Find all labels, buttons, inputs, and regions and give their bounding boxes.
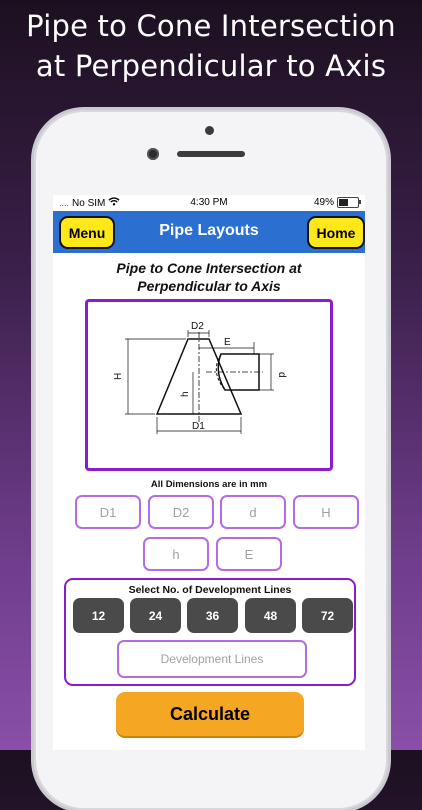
nav-bar: Menu Pipe Layouts Home xyxy=(53,211,365,253)
status-right: 49% xyxy=(313,197,361,208)
battery-icon xyxy=(337,197,361,208)
diagram-label-D2: D2 xyxy=(191,321,204,332)
promo-headline-line1: Pipe to Cone Intersection xyxy=(26,9,396,43)
battery-fill xyxy=(339,199,348,206)
input-D2[interactable] xyxy=(148,495,214,529)
promo-headline: Pipe to Cone Intersection at Perpendicul… xyxy=(0,6,422,86)
diagram-label-H: H xyxy=(113,373,124,380)
diagram-frame: D2 E H d h D1 xyxy=(85,299,333,471)
input-d[interactable] xyxy=(220,495,286,529)
input-E[interactable] xyxy=(216,537,282,571)
calculator-title: Pipe to Cone Intersection at Perpendicul… xyxy=(116,260,302,294)
battery-percent: 49% xyxy=(313,197,334,208)
home-button[interactable]: Home xyxy=(307,216,365,249)
lines-option-12[interactable]: 12 xyxy=(73,598,124,633)
pipe-cone-diagram: D2 E H d h D1 xyxy=(113,321,287,434)
diagram-label-d: d xyxy=(276,372,287,378)
development-lines-input[interactable] xyxy=(117,640,307,678)
sensor-dot xyxy=(205,126,214,135)
diagram-label-D1: D1 xyxy=(192,421,205,432)
app-screen: .... No SIM 4:30 PM 49% Menu Pipe Layout… xyxy=(53,195,365,750)
earpiece-speaker xyxy=(177,151,245,157)
front-camera xyxy=(147,148,159,160)
lines-option-48[interactable]: 48 xyxy=(245,598,296,633)
diagram-label-h: h xyxy=(180,391,191,397)
status-bar: .... No SIM 4:30 PM 49% xyxy=(53,195,365,211)
development-lines-label: Select No. of Development Lines xyxy=(128,584,292,596)
promo-headline-line2: at Perpendicular to Axis xyxy=(35,49,387,83)
lines-option-72[interactable]: 72 xyxy=(302,598,353,633)
input-H[interactable] xyxy=(293,495,359,529)
units-note: All Dimensions are in mm xyxy=(150,479,268,490)
lines-option-36[interactable]: 36 xyxy=(187,598,238,633)
diagram-label-E: E xyxy=(224,337,231,348)
input-h[interactable] xyxy=(143,537,209,571)
input-D1[interactable] xyxy=(75,495,141,529)
development-lines-panel: Select No. of Development Lines 12 24 36… xyxy=(64,578,356,686)
calculate-button[interactable]: Calculate xyxy=(116,692,304,736)
lines-option-24[interactable]: 24 xyxy=(130,598,181,633)
